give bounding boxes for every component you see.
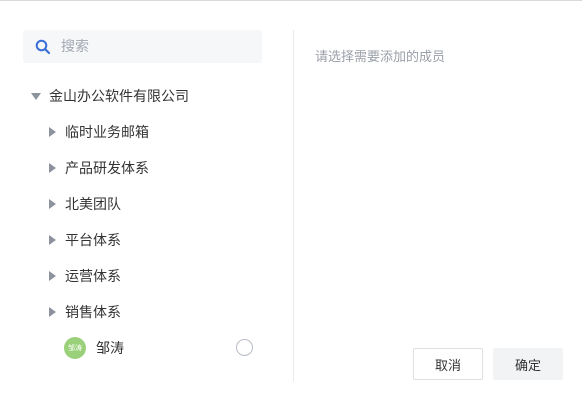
tree-node-sales[interactable]: 销售体系 <box>49 300 121 324</box>
chevron-right-icon[interactable] <box>49 127 56 137</box>
search-box[interactable] <box>23 30 262 63</box>
search-icon <box>35 39 51 55</box>
tree-node-platform[interactable]: 平台体系 <box>49 228 121 252</box>
chevron-right-icon[interactable] <box>49 307 56 317</box>
selected-members-hint: 请选择需要添加的成员 <box>315 50 446 65</box>
tree-node-product-rd[interactable]: 产品研发体系 <box>49 156 149 180</box>
org-tree-pane: 金山办公软件有限公司 临时业务邮箱 产品研发体系 北美团队 平台体系 运营体系 … <box>0 0 293 411</box>
tree-node-label: 金山办公软件有限公司 <box>49 89 189 105</box>
tree-node-north-america[interactable]: 北美团队 <box>49 192 121 216</box>
tree-node-label: 产品研发体系 <box>65 161 149 177</box>
member-select-radio[interactable] <box>236 339 253 356</box>
tree-node-label: 平台体系 <box>65 233 121 249</box>
pane-divider <box>293 30 294 382</box>
tree-node-label: 销售体系 <box>65 305 121 321</box>
chevron-right-icon[interactable] <box>49 235 56 245</box>
search-input[interactable] <box>61 30 251 63</box>
member-name: 邹涛 <box>96 341 124 357</box>
chevron-right-icon[interactable] <box>49 199 56 209</box>
tree-node-temp-mailbox[interactable]: 临时业务邮箱 <box>49 120 149 144</box>
tree-node-label: 北美团队 <box>65 197 121 213</box>
add-member-dialog: 金山办公软件有限公司 临时业务邮箱 产品研发体系 北美团队 平台体系 运营体系 … <box>0 0 582 411</box>
chevron-right-icon[interactable] <box>49 271 56 281</box>
tree-node-operations[interactable]: 运营体系 <box>49 264 121 288</box>
member-item[interactable]: 邹涛 邹涛 <box>64 336 254 360</box>
chevron-right-icon[interactable] <box>49 163 56 173</box>
avatar: 邹涛 <box>64 337 86 359</box>
tree-node-root[interactable]: 金山办公软件有限公司 <box>31 84 189 108</box>
confirm-button[interactable]: 确定 <box>493 348 563 380</box>
cancel-button[interactable]: 取消 <box>413 348 483 380</box>
tree-node-label: 运营体系 <box>65 269 121 285</box>
tree-node-label: 临时业务邮箱 <box>65 125 149 141</box>
chevron-down-icon[interactable] <box>31 92 41 100</box>
